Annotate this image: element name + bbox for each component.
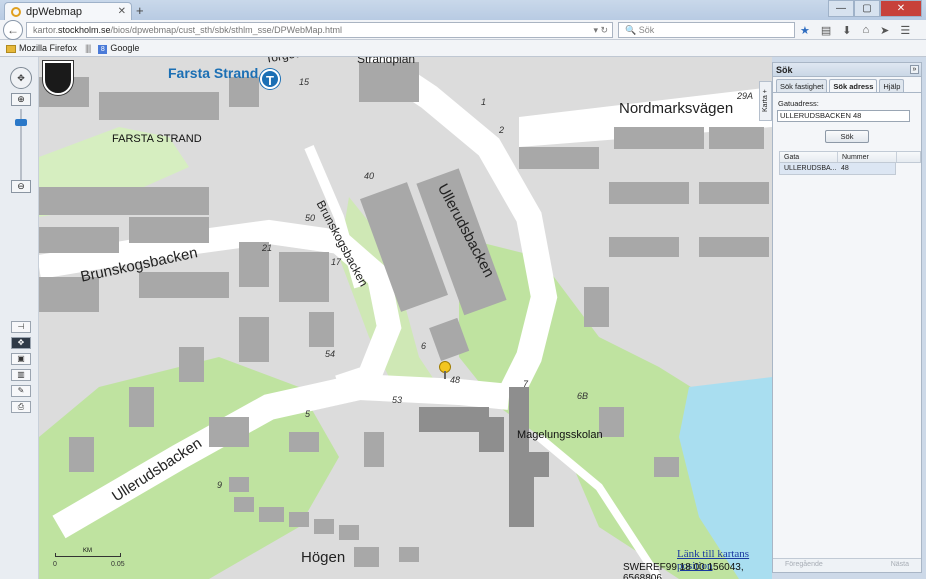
house-number: 29A: [737, 91, 754, 101]
house-number: 15: [299, 77, 310, 87]
tab-hjalp[interactable]: Hjälp: [879, 79, 905, 92]
home-icon[interactable]: ⌂: [863, 24, 870, 36]
house-number: 21: [262, 243, 273, 253]
scale-start: 0: [53, 561, 57, 568]
url-domain: stockholm.se: [58, 25, 111, 35]
bookmark-star-icon[interactable]: ★: [800, 24, 810, 37]
next-button[interactable]: Nästa: [891, 561, 909, 570]
house-number: 6: [421, 341, 427, 351]
move-tool-icon[interactable]: ✥: [11, 337, 31, 349]
title-bar: dpWebmap ✕ + — ▢ ✕: [0, 0, 926, 20]
previous-button[interactable]: Föregående: [785, 561, 823, 570]
house-number: 40: [364, 171, 375, 181]
place-farsta-strand: FARSTA STRAND: [112, 133, 202, 145]
pan-control[interactable]: ✥: [10, 67, 32, 89]
delete-tool-icon[interactable]: ▥: [11, 369, 31, 381]
select-tool-icon[interactable]: ▣: [11, 353, 31, 365]
back-button[interactable]: ←: [3, 20, 23, 40]
search-button[interactable]: Sök: [825, 130, 869, 143]
zoom-out-button[interactable]: ⊖: [11, 180, 31, 193]
url-bar[interactable]: kartor. stockholm.se/bios/dpwebmap/cust_s…: [26, 22, 613, 38]
house-number: 1: [481, 97, 487, 107]
share-icon[interactable]: ➤: [880, 24, 889, 37]
search-input[interactable]: 🔍 Sök: [618, 22, 795, 38]
url-prefix: kartor.: [33, 25, 59, 35]
url-path: /bios/dpwebmap/cust_sth/sbk/sthlm_sse/DP…: [110, 25, 342, 35]
address-label: Gatuadress:: [778, 99, 819, 108]
street-nordmarksvagen: Nordmarksvägen: [619, 100, 734, 117]
firefox-icon: [11, 6, 21, 17]
column-header-gata[interactable]: Gata: [780, 152, 838, 162]
search-panel: Sök » Sök fastighet Sök adress Hjälp Gat…: [772, 62, 922, 573]
measure-tool-icon[interactable]: ⊣: [11, 321, 31, 333]
map-canvas[interactable]: Farsta Strand T FARSTA STRAND Magelungss…: [39, 57, 772, 579]
menu-icon[interactable]: ☰: [900, 24, 910, 37]
metro-sign-icon: T: [260, 69, 280, 89]
house-number: 50: [305, 213, 316, 223]
cell-gata: ULLERUDSBA...: [784, 165, 837, 172]
minimize-button[interactable]: —: [828, 0, 854, 17]
browser-tab[interactable]: dpWebmap ✕: [4, 2, 132, 20]
collapse-panel-icon[interactable]: »: [910, 65, 919, 74]
toolbar-icons: ★ ▤ ⬇ ⌂ ➤ ☰: [800, 20, 910, 40]
address-input[interactable]: ULLERUDSBACKEN 48: [777, 110, 910, 122]
table-row[interactable]: ULLERUDSBA... 48: [779, 163, 896, 175]
house-number: 5: [305, 409, 311, 419]
stockholm-crest-logo: [43, 61, 73, 95]
scale-bar: [55, 553, 121, 557]
results-grid: Gata Nummer ULLERUDSBA... 48: [779, 151, 921, 175]
zoom-slider-thumb[interactable]: [15, 119, 27, 126]
map-toolbar: ✥ ⊕ ⊖ ⊣ ✥ ▣ ▥ ✎ ⎙: [0, 57, 39, 579]
panel-tabs: Sök fastighet Sök adress Hjälp: [773, 77, 921, 93]
close-window-button[interactable]: ✕: [880, 0, 922, 17]
scale-end: 0.05: [111, 561, 125, 568]
navigation-bar: ← kartor. stockholm.se/bios/dpwebmap/cust…: [0, 20, 926, 40]
draw-tool-icon[interactable]: ✎: [11, 385, 31, 397]
reload-icon[interactable]: ▾ ↻: [593, 25, 608, 36]
pagination-bar: Föregående Nästa: [773, 558, 921, 572]
house-number: 48: [450, 375, 461, 385]
house-number: 7: [523, 379, 529, 389]
maximize-button[interactable]: ▢: [854, 0, 880, 17]
zoom-in-button[interactable]: ⊕: [11, 93, 31, 106]
close-tab-icon[interactable]: ✕: [118, 6, 126, 17]
bookmark-firefox[interactable]: Mozilla Firefox: [6, 43, 77, 53]
new-tab-button[interactable]: +: [136, 3, 144, 18]
bookmarks-list-icon[interactable]: ▤: [821, 24, 831, 37]
house-number: 6B: [577, 391, 589, 401]
house-number: 2: [499, 125, 505, 135]
karta-tab[interactable]: Karta +: [759, 81, 772, 121]
street-strandplan: Strandplan: [357, 57, 416, 66]
bookmarks-bar: Mozilla Firefox |||| 8 Google: [0, 40, 926, 57]
house-number: 17: [331, 257, 342, 267]
street-hogen: Högen: [301, 549, 346, 566]
column-header-nummer[interactable]: Nummer: [838, 152, 897, 162]
location-pin-stem: [444, 371, 446, 379]
panel-header: Sök »: [773, 63, 921, 77]
tab-sok-adress[interactable]: Sök adress: [829, 79, 878, 92]
cell-nummer: 48: [841, 165, 849, 172]
search-icon: 🔍: [625, 24, 639, 35]
bookmark-google-label: Google: [110, 42, 140, 53]
bookmark-firefox-label: Mozilla Firefox: [19, 43, 78, 53]
tab-title: dpWebmap: [26, 5, 83, 18]
download-icon[interactable]: ⬇: [842, 24, 851, 37]
grid-header: Gata Nummer: [779, 151, 921, 163]
place-magelungsskolan: Magelungsskolan: [517, 429, 603, 441]
tab-sok-fastighet[interactable]: Sök fastighet: [776, 79, 828, 92]
house-number: 9: [217, 480, 223, 490]
station-name: Farsta Strand: [168, 65, 259, 81]
bookmark-google[interactable]: 8 Google: [98, 43, 139, 54]
house-number: 54: [325, 349, 336, 359]
google-icon: 8: [98, 44, 108, 54]
print-tool-icon[interactable]: ⎙: [11, 401, 31, 413]
house-number: 53: [392, 395, 403, 405]
coordinate-readout: SWEREF99 18 00 156043, 6568806: [623, 562, 744, 579]
window-controls: — ▢ ✕: [828, 0, 922, 17]
search-placeholder: Sök: [638, 25, 655, 35]
folder-icon: [6, 44, 16, 53]
bookmark-separator: ||||: [85, 43, 91, 53]
panel-title: Sök: [776, 65, 793, 75]
